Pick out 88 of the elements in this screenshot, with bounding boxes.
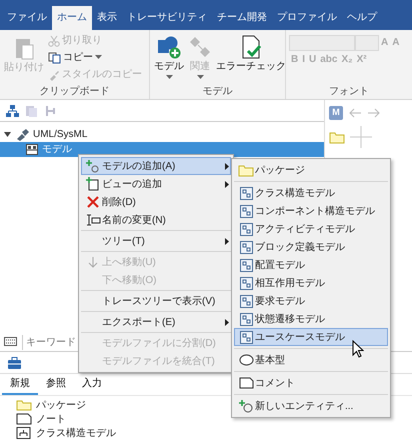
down-arrow-icon bbox=[88, 256, 98, 268]
ribbon-tab[interactable]: ファイル bbox=[2, 6, 52, 30]
rename-icon bbox=[86, 214, 100, 226]
toolbox-icon[interactable] bbox=[8, 356, 21, 368]
ribbon-tab[interactable]: トレーサビリティ bbox=[122, 6, 212, 30]
caret-icon bbox=[95, 55, 102, 60]
toolbox-tab[interactable]: 新規 bbox=[2, 374, 38, 395]
menu-item[interactable]: コメント bbox=[234, 374, 388, 392]
submenu-arrow-icon bbox=[225, 238, 229, 245]
folder-icon bbox=[329, 130, 345, 144]
shapes-add-icon bbox=[157, 35, 181, 59]
toolbox-item[interactable]: ノート bbox=[16, 412, 66, 426]
brush-icon bbox=[48, 68, 60, 80]
note-icon bbox=[16, 413, 32, 425]
forward-arrow-icon[interactable] bbox=[367, 108, 381, 118]
ribbon-tab[interactable]: 表示 bbox=[92, 6, 122, 30]
error-check-button[interactable]: エラーチェック bbox=[215, 32, 287, 85]
menu-item[interactable]: トレースツリーで表示(V) bbox=[81, 292, 231, 310]
pages-icon[interactable] bbox=[25, 104, 38, 116]
cursor-icon bbox=[352, 340, 364, 358]
note-icon bbox=[238, 377, 254, 389]
submenu-arrow-icon bbox=[225, 163, 229, 170]
diagram-icon bbox=[240, 222, 252, 236]
submenu-arrow-icon bbox=[225, 319, 229, 326]
model-button[interactable]: モデル bbox=[153, 32, 185, 85]
menu-item[interactable]: 相互作用モデル bbox=[234, 274, 388, 292]
add-icon bbox=[86, 160, 100, 172]
submenu-arrow-icon bbox=[225, 181, 229, 188]
menu-item[interactable]: ブロック定義モデル bbox=[234, 238, 388, 256]
diagram-icon bbox=[240, 186, 252, 200]
ellipse-icon bbox=[238, 354, 254, 366]
crosshair-icon bbox=[350, 126, 372, 148]
toolbox-tab[interactable]: 入力 bbox=[74, 374, 110, 395]
toolbox-tab[interactable]: 参照 bbox=[38, 374, 74, 395]
collapse-caret-icon[interactable] bbox=[4, 131, 11, 138]
font-name-field[interactable] bbox=[289, 35, 355, 51]
model-node-icon bbox=[26, 144, 38, 155]
tree-item[interactable]: UML/SysML bbox=[0, 127, 324, 142]
menu-item[interactable]: クラス構造モデル bbox=[234, 184, 388, 202]
menu-item[interactable]: ユースケースモデル bbox=[234, 328, 388, 346]
diagram-icon bbox=[240, 330, 252, 344]
menu-item[interactable]: アクティビティモデル bbox=[234, 220, 388, 238]
menu-item[interactable]: 配置モデル bbox=[234, 256, 388, 274]
diagram-icon bbox=[240, 294, 252, 308]
menu-item[interactable]: モデルの追加(A) bbox=[81, 157, 231, 175]
menu-item[interactable]: ビューの追加 bbox=[81, 175, 231, 193]
folder-icon bbox=[16, 399, 32, 411]
menu-item[interactable]: 状態遷移モデル bbox=[234, 310, 388, 328]
menu-item[interactable]: コンポーネント構造モデル bbox=[234, 202, 388, 220]
caret-icon bbox=[166, 75, 172, 80]
ribbon-tab[interactable]: ホーム bbox=[52, 6, 92, 30]
group-label: フォント bbox=[328, 85, 370, 99]
ribbon-tab[interactable]: ヘルプ bbox=[342, 6, 382, 30]
font-size-field[interactable] bbox=[355, 35, 379, 51]
delete-icon bbox=[87, 196, 99, 208]
ribbon-tab[interactable]: プロファイル bbox=[272, 6, 342, 30]
diagram-icon bbox=[240, 258, 252, 272]
keyboard-icon bbox=[4, 337, 18, 347]
ribbon-tab[interactable]: チーム開発 bbox=[212, 6, 272, 30]
diamonds-icon bbox=[188, 35, 212, 59]
diagram-icon bbox=[240, 240, 252, 254]
class-diagram-icon bbox=[16, 427, 32, 439]
toolbox-item[interactable]: クラス構造モデル bbox=[16, 426, 116, 440]
menu-item[interactable]: 基本型 bbox=[234, 351, 388, 369]
menu-item[interactable]: 要求モデル bbox=[234, 292, 388, 310]
back-arrow-icon[interactable] bbox=[348, 108, 362, 118]
diagram-icon bbox=[240, 312, 252, 326]
menu-item[interactable]: 新しいエンティティ... bbox=[234, 397, 388, 415]
menu-item[interactable]: ツリー(T) bbox=[81, 232, 231, 250]
check-document-icon bbox=[240, 35, 262, 59]
diagram-icon bbox=[240, 204, 252, 218]
add-entity-icon bbox=[239, 400, 253, 412]
menu-item[interactable]: パッケージ bbox=[234, 161, 388, 179]
caret-icon bbox=[196, 75, 204, 80]
hierarchy-icon[interactable] bbox=[6, 104, 19, 116]
toolbox-item[interactable]: パッケージ bbox=[16, 398, 86, 412]
clipboard-icon bbox=[14, 36, 34, 60]
add-page-icon bbox=[86, 177, 100, 191]
group-label: クリップボード bbox=[38, 85, 110, 99]
folder-icon bbox=[238, 164, 254, 176]
group-label: モデル bbox=[202, 85, 234, 99]
menu-item[interactable]: 名前の変更(N) bbox=[81, 211, 231, 229]
copy-button[interactable]: コピー bbox=[47, 49, 143, 66]
copy-icon bbox=[48, 52, 61, 64]
menu-item[interactable]: 削除(D) bbox=[81, 193, 231, 211]
scissors-icon bbox=[48, 34, 60, 46]
diagram-icon bbox=[240, 276, 252, 290]
menu-item[interactable]: エクスポート(E) bbox=[81, 313, 231, 331]
